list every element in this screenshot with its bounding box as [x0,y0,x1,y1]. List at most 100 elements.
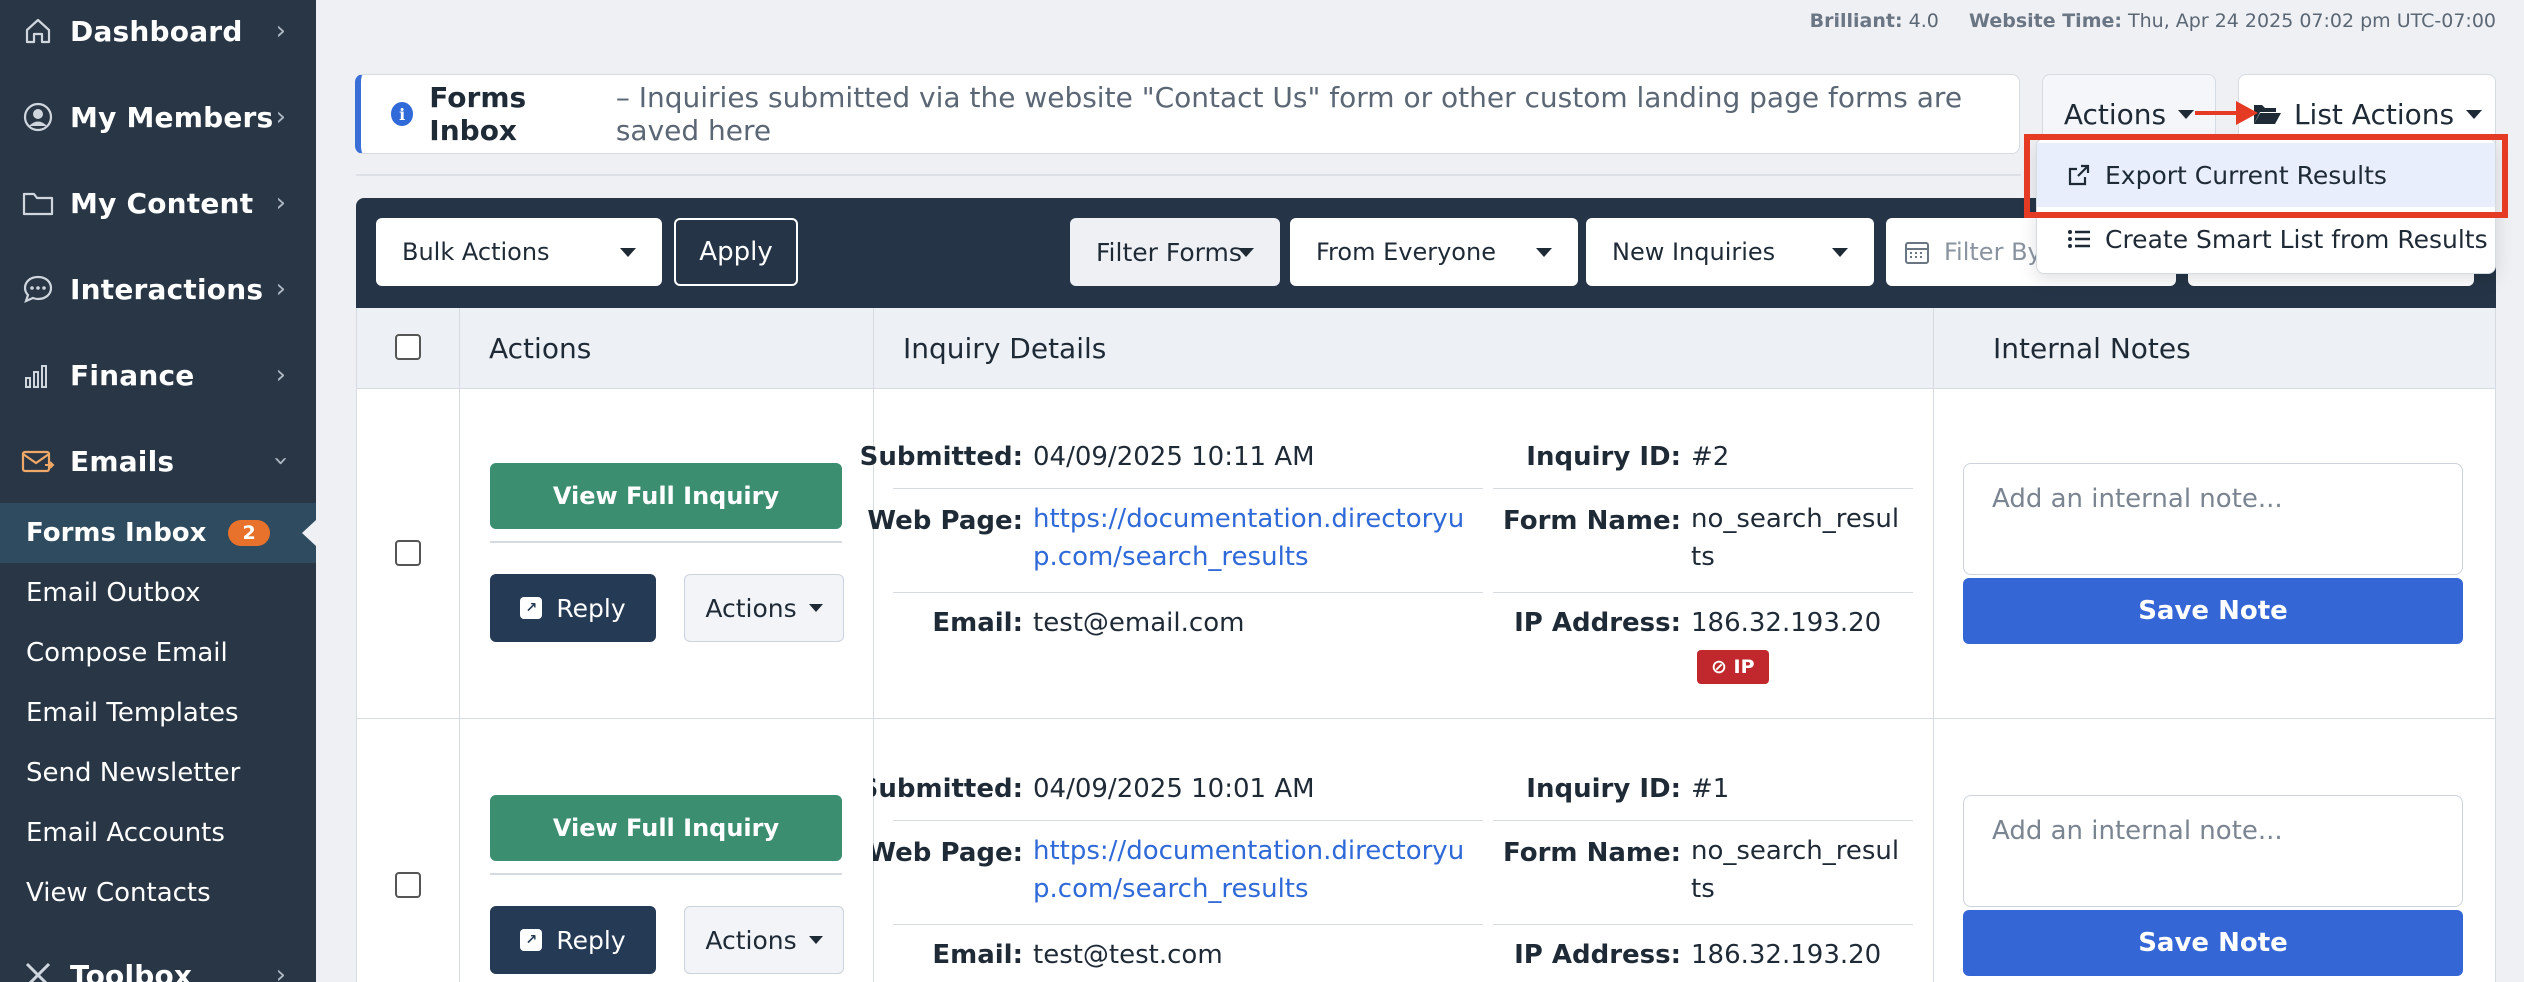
web-page-link[interactable]: https://documentation.directoryup.com/se… [1033,832,1473,908]
brilliant-version: 4.0 [1908,10,1939,32]
reply-icon: ↗ [520,597,543,619]
row-actions-button[interactable]: Actions [684,574,844,642]
web-page-label: Web Page: [867,506,1023,536]
form-name-label: Form Name: [1503,838,1681,868]
sidebar-item-label: View Contacts [26,878,211,908]
nav-dashboard[interactable]: Dashboard › [0,0,316,74]
header-inquiry-details: Inquiry Details [903,331,1107,365]
caret-down-icon [1832,248,1848,257]
nav-emails[interactable]: Emails › [0,418,316,504]
inquiry-id-value: #2 [1691,442,1730,472]
count-badge: 2 [228,520,270,546]
bulk-actions-select[interactable]: Bulk Actions [376,218,662,286]
nav-finance-label: Finance [70,358,195,392]
view-full-inquiry-button[interactable]: View Full Inquiry [490,795,842,861]
nav-my-content[interactable]: My Content › [0,160,316,246]
bulk-actions-value: Bulk Actions [402,238,550,266]
menu-item-label: Create Smart List from Results [2105,224,2488,254]
sidebar-item-compose-email[interactable]: Compose Email [0,623,316,683]
block-ip-button[interactable]: ⊘ IP [1697,650,1769,684]
chevron-down-icon: › [265,455,296,467]
user-circle-icon [20,99,56,135]
select-all-checkbox[interactable] [395,334,421,360]
row-checkbox[interactable] [395,540,421,566]
sidebar-item-label: Send Newsletter [26,758,241,788]
nav-toolbox[interactable]: Toolbox › [0,932,316,982]
divider [490,873,842,875]
row-actions-button[interactable]: Actions [684,906,844,974]
form-name-value: no_search_results [1691,836,1900,904]
row-divider [357,718,2495,719]
internal-note-input[interactable]: Add an internal note... [1963,795,2463,907]
email-value: test@test.com [1033,940,1223,970]
annotation-arrow-head [2236,101,2258,125]
apply-button[interactable]: Apply [674,218,798,286]
ip-address-value: 186.32.193.20 [1691,608,1882,638]
ip-address-label: IP Address: [1514,940,1681,970]
internal-note-input[interactable]: Add an internal note... [1963,463,2463,575]
website-time-label: Website Time: [1969,10,2122,32]
calendar-icon [1904,239,1930,265]
inquiry-id-label: Inquiry ID: [1526,442,1681,472]
divider [490,541,842,543]
sidebar-item-email-accounts[interactable]: Email Accounts [0,803,316,863]
nav-interactions[interactable]: Interactions › [0,246,316,332]
brilliant-label: Brilliant: [1809,10,1903,32]
header-actions: Actions [489,331,592,365]
sidebar-item-send-newsletter[interactable]: Send Newsletter [0,743,316,803]
sidebar-item-forms-inbox[interactable]: Forms Inbox 2 [0,503,316,563]
chevron-right-icon: › [275,188,286,218]
divider [893,820,1483,821]
filter-forms-button[interactable]: Filter Forms [1070,218,1280,286]
filter-by-placeholder: Filter By [1944,238,2042,266]
save-note-button[interactable]: Save Note [1963,910,2463,976]
nav-my-members-label: My Members [70,100,274,134]
reply-button-label: Reply [556,593,626,623]
submitted-value: 04/09/2025 10:01 AM [1033,774,1315,804]
caret-down-icon [1536,248,1552,257]
divider [1493,820,1913,821]
row-checkbox[interactable] [395,872,421,898]
nav-my-members[interactable]: My Members › [0,74,316,160]
email-value: test@email.com [1033,608,1245,638]
from-everyone-select[interactable]: From Everyone [1290,218,1578,286]
form-name-value: no_search_results [1691,504,1900,572]
reply-button[interactable]: ↗ Reply [490,574,656,642]
chevron-right-icon: › [275,16,286,46]
sidebar-item-view-contacts[interactable]: View Contacts [0,863,316,923]
caret-down-icon [1238,248,1254,257]
save-note-button[interactable]: Save Note [1963,578,2463,644]
sidebar-item-label: Compose Email [26,638,228,668]
divider [1493,592,1913,593]
divider [356,174,2021,176]
chevron-right-icon: › [275,102,286,132]
sidebar-item-email-outbox[interactable]: Email Outbox [0,563,316,623]
page-description: – Inquiries submitted via the website "C… [615,81,1963,147]
web-page-link[interactable]: https://documentation.directoryup.com/se… [1033,500,1473,576]
inquiry-details: Submitted: 04/09/2025 10:11 AM Web Page:… [860,428,1933,708]
caret-down-icon [620,248,636,257]
page-title: Forms Inbox [429,81,527,147]
view-full-inquiry-button[interactable]: View Full Inquiry [490,463,842,529]
from-everyone-value: From Everyone [1316,238,1496,266]
home-icon [20,13,56,49]
tools-icon [20,957,56,982]
nav-finance[interactable]: Finance › [0,332,316,418]
reply-button-label: Reply [556,925,626,955]
inquiry-id-value: #1 [1691,774,1730,804]
sidebar-item-email-templates[interactable]: Email Templates [0,683,316,743]
inquiries-table: Actions Inquiry Details Internal Notes V… [356,308,2496,982]
actions-button-label: Actions [2063,97,2167,131]
caret-down-icon [2178,109,2195,119]
submitted-label: Submitted: [859,442,1023,472]
column-divider [1933,308,1934,982]
top-meta: Brilliant: 4.0 Website Time: Thu, Apr 24… [1810,10,2496,32]
submitted-label: Submitted: [873,774,1023,804]
nav-toolbox-label: Toolbox [70,958,193,982]
inquiry-status-select[interactable]: New Inquiries [1586,218,1874,286]
divider [893,592,1483,593]
caret-down-icon [808,936,823,944]
reply-button[interactable]: ↗ Reply [490,906,656,974]
reply-icon: ↗ [520,929,543,951]
inquiry-details: Submitted: 04/09/2025 10:01 AM Web Page:… [873,760,1933,982]
